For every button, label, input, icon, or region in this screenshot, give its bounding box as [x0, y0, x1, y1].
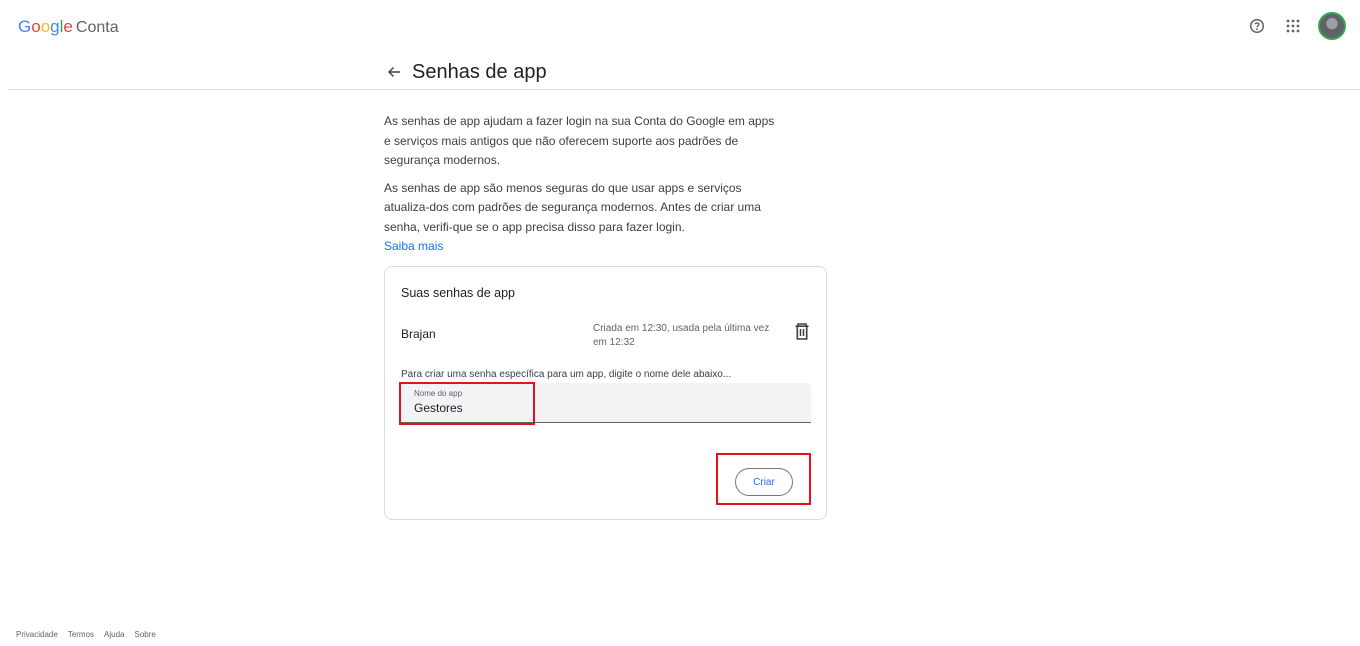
footer-link-privacy[interactable]: Privacidade: [16, 630, 58, 639]
card-title: Suas senhas de app: [401, 286, 515, 300]
help-icon[interactable]: [1246, 15, 1268, 37]
highlight-box-field: [399, 382, 535, 425]
app-password-meta: Criada em 12:30, usada pela última vez e…: [593, 323, 770, 348]
create-hint: Para criar uma senha específica para um …: [401, 369, 732, 380]
page-title: Senhas de app: [412, 60, 547, 83]
app-passwords-card: Suas senhas de app Brajan Criada em 12:3…: [384, 266, 827, 520]
top-icons: [1246, 12, 1346, 40]
logo-product-name: Conta: [75, 19, 119, 36]
logo-letter: o: [31, 17, 41, 36]
logo-letter: G: [18, 17, 32, 36]
footer-link-help[interactable]: Ajuda: [104, 630, 124, 639]
apps-grid-icon[interactable]: [1282, 15, 1304, 37]
logo-letter: o: [40, 17, 51, 36]
google-account-logo[interactable]: Google Conta: [18, 16, 119, 39]
learn-more-link[interactable]: Saiba mais: [384, 237, 784, 257]
intro-paragraph-1: As senhas de app ajudam a fazer login na…: [384, 114, 775, 167]
app-password-name: Brajan: [401, 327, 436, 341]
footer-link-about[interactable]: Sobre: [135, 630, 156, 639]
page-header: Senhas de app: [382, 56, 547, 88]
logo-letter: g: [50, 17, 60, 36]
avatar[interactable]: [1318, 12, 1346, 40]
logo-letter: e: [63, 17, 73, 36]
top-bar: Google Conta: [0, 0, 1360, 56]
footer: Privacidade Termos Ajuda Sobre: [16, 630, 156, 639]
back-arrow-icon[interactable]: [382, 60, 406, 84]
highlight-box-button: [716, 453, 811, 505]
intro-paragraph-2: As senhas de app são menos seguras do qu…: [384, 180, 761, 234]
footer-link-terms[interactable]: Termos: [68, 630, 94, 639]
header-divider: [8, 89, 1360, 90]
intro-text: As senhas de app ajudam a fazer login na…: [384, 112, 784, 257]
trash-icon[interactable]: [794, 323, 810, 341]
